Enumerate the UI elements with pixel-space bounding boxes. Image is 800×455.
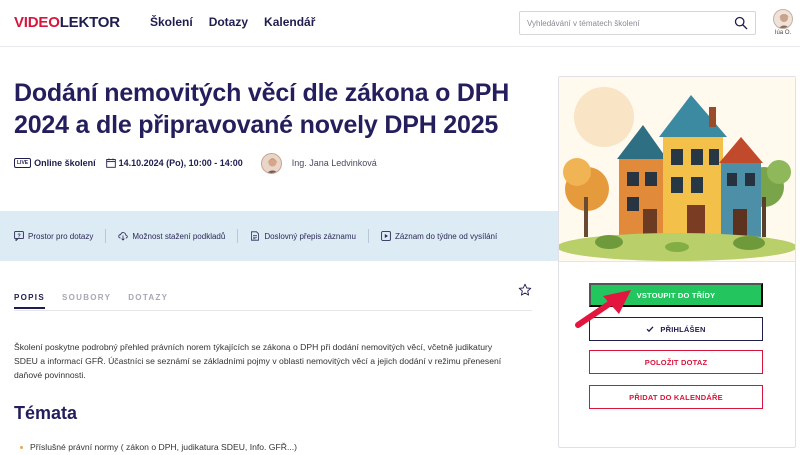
nav-item-skoleni[interactable]: Školení	[150, 15, 193, 29]
panel-divider	[559, 261, 795, 262]
ask-question-button[interactable]: POLOŽIT DOTAZ	[589, 350, 763, 374]
course-description: Školení poskytne podrobný přehled právní…	[14, 342, 502, 381]
main-nav: Školení Dotazy Kalendář	[150, 15, 315, 29]
content-tabs: POPIS SOUBORY DOTAZY	[14, 293, 168, 309]
lector-name: Ing. Jana Ledvinková	[291, 158, 377, 168]
feature-label: Možnost stažení podkladů	[132, 231, 226, 241]
features-band: ? Prostor pro dotazy Možnost stažení pod…	[0, 211, 558, 261]
tab-dotazy[interactable]: DOTAZY	[128, 293, 168, 309]
registered-label: PŘIHLÁŠEN	[660, 324, 706, 334]
red-arrow-icon	[575, 290, 631, 328]
feature-label: Záznam do týdne od vysílání	[394, 231, 498, 241]
transcript-icon	[251, 231, 260, 241]
course-datetime-label: 14.10.2024 (Po), 10:00 - 14:00	[118, 158, 243, 168]
feature-questions: ? Prostor pro dotazy	[14, 229, 107, 243]
lector[interactable]: Ing. Jana Ledvinková	[260, 152, 377, 174]
feature-label: Doslovný přepis záznamu	[264, 231, 356, 241]
lector-photo	[260, 152, 282, 174]
live-badge: LIVE	[14, 158, 32, 168]
check-icon	[646, 326, 654, 333]
course-meta: LIVE Online školení 14.10.2024 (Po), 10:…	[14, 152, 377, 174]
calendar-icon	[105, 158, 116, 168]
bullet-icon	[20, 446, 23, 449]
course-type-label: Online školení	[34, 158, 96, 168]
nav-item-dotazy[interactable]: Dotazy	[209, 15, 248, 29]
tabs-divider	[14, 310, 532, 311]
user-menu[interactable]: Iúa O.	[772, 9, 794, 36]
tab-popis[interactable]: POPIS	[14, 293, 45, 309]
question-icon: ?	[14, 231, 24, 241]
feature-transcript: Doslovný přepis záznamu	[250, 229, 369, 243]
topics-heading: Témata	[14, 403, 78, 423]
course-datetime: 14.10.2024 (Po), 10:00 - 14:00	[105, 158, 243, 168]
feature-recording: Záznam do týdne od vysílání	[381, 229, 509, 243]
top-bar: VIDEOLEKTOR Školení Dotazy Kalendář Iúa …	[0, 0, 800, 47]
logo[interactable]: VIDEOLEKTOR	[14, 14, 120, 31]
logo-part-lektor: LEKTOR	[59, 14, 120, 31]
search-icon[interactable]	[734, 16, 748, 30]
avatar	[773, 9, 793, 29]
course-type: LIVE Online školení	[14, 158, 96, 168]
nav-item-kalendar[interactable]: Kalendář	[264, 15, 315, 29]
search-box	[519, 11, 756, 35]
search-input[interactable]	[520, 12, 720, 34]
star-icon[interactable]	[518, 283, 532, 297]
topic-item: Příslušné právní normy ( zákon o DPH, ju…	[30, 442, 297, 452]
user-name: Iúa O.	[774, 30, 792, 36]
logo-part-video: VIDEO	[14, 14, 60, 31]
cloud-download-icon	[118, 232, 129, 241]
page-title: Dodání nemovitých věcí dle zákona o DPH …	[14, 79, 510, 139]
course-illustration	[559, 77, 795, 261]
add-to-calendar-button[interactable]: PŘIDAT DO KALENDÁŘE	[589, 385, 763, 409]
play-icon	[381, 231, 391, 241]
tab-soubory[interactable]: SOUBORY	[62, 293, 111, 309]
feature-label: Prostor pro dotazy	[28, 231, 94, 241]
feature-download: Možnost stažení podkladů	[118, 229, 239, 243]
